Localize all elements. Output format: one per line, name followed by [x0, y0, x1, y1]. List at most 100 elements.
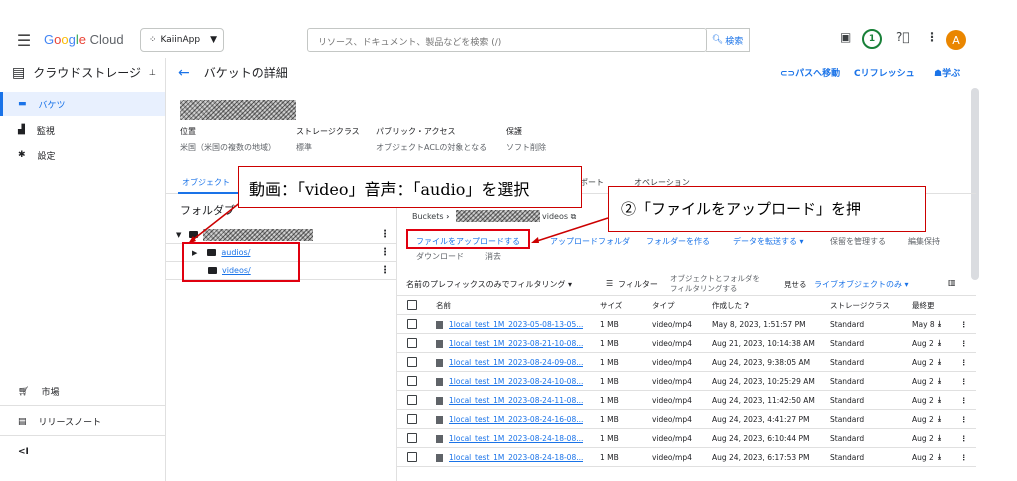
- object-name-link[interactable]: 1local_test_1M_2023-08-24-18-08...: [449, 434, 583, 443]
- object-name-cell[interactable]: 1local_test_1M_2023-05-08-13-05...: [436, 320, 583, 329]
- object-name-link[interactable]: 1local_test_1M_2023-08-24-09-08...: [449, 358, 583, 367]
- tree-root-row[interactable]: ▼ ⋮: [166, 226, 396, 244]
- row-checkbox[interactable]: [407, 395, 417, 405]
- delete-button[interactable]: 消去: [485, 251, 501, 262]
- sidebar-item-monitoring[interactable]: ▟ 監視: [0, 118, 165, 142]
- download-icon[interactable]: ⤓: [938, 414, 941, 424]
- more-vert-icon[interactable]: ⋮: [960, 434, 968, 443]
- column-header-storage-class[interactable]: ストレージクラス: [830, 300, 890, 311]
- table-row[interactable]: 1local_test_1M_2023-08-24-11-08... 1 MB …: [396, 391, 976, 410]
- object-name-link[interactable]: 1local_test_1M_2023-08-24-10-08...: [449, 377, 583, 386]
- sidebar-item-marketplace[interactable]: 🛒︎ 市場: [0, 378, 165, 406]
- object-name-link[interactable]: 1local_test_1M_2023-08-24-16-08...: [449, 415, 583, 424]
- object-name-link[interactable]: 1local_test_1M_2023-05-08-13-05...: [449, 320, 583, 329]
- more-vert-icon[interactable]: ⋮: [380, 229, 390, 240]
- object-name-cell[interactable]: 1local_test_1M_2023-08-24-16-08...: [436, 415, 583, 424]
- download-icon[interactable]: ⤓: [938, 376, 941, 386]
- column-display-icon[interactable]: ▥: [948, 278, 956, 287]
- object-name-cell[interactable]: 1local_test_1M_2023-08-24-09-08...: [436, 358, 583, 367]
- table-row[interactable]: 1local_test_1M_2023-08-24-18-08... 1 MB …: [396, 429, 976, 448]
- object-name-cell[interactable]: 1local_test_1M_2023-08-24-18-08...: [436, 453, 583, 462]
- manage-holds-button[interactable]: 保留を管理する: [830, 236, 886, 247]
- row-checkbox[interactable]: [407, 338, 417, 348]
- create-folder-button[interactable]: フォルダーを作る: [646, 236, 710, 247]
- transfer-data-button[interactable]: データを転送する ▾: [733, 236, 804, 247]
- go-to-path-button[interactable]: ⊂⊃パスへ移動: [780, 66, 840, 79]
- filter-button[interactable]: フィルター: [618, 279, 658, 290]
- object-name-link[interactable]: 1local_test_1M_2023-08-24-18-08...: [449, 453, 583, 462]
- column-header-created[interactable]: 作成した ❓︎: [712, 300, 749, 311]
- table-row[interactable]: 1local_test_1M_2023-05-08-13-05... 1 MB …: [396, 315, 976, 334]
- collapse-sidebar-button[interactable]: <I: [0, 440, 165, 464]
- object-name-cell[interactable]: 1local_test_1M_2023-08-24-18-08...: [436, 434, 583, 443]
- column-header-name[interactable]: 名前: [436, 300, 451, 311]
- pin-icon[interactable]: ⊥: [149, 68, 156, 77]
- terminal-icon[interactable]: ▣: [840, 30, 851, 44]
- more-vert-icon[interactable]: ⋮: [926, 30, 938, 44]
- tab-report[interactable]: ポート: [580, 177, 604, 188]
- more-vert-icon[interactable]: ⋮: [380, 265, 390, 276]
- download-icon[interactable]: ⤓: [938, 319, 941, 329]
- more-vert-icon[interactable]: ⋮: [960, 339, 968, 348]
- more-vert-icon[interactable]: ⋮: [960, 358, 968, 367]
- table-row[interactable]: 1local_test_1M_2023-08-21-10-08... 1 MB …: [396, 334, 976, 353]
- table-row[interactable]: 1local_test_1M_2023-08-24-09-08... 1 MB …: [396, 353, 976, 372]
- row-checkbox[interactable]: [407, 414, 417, 424]
- folder-videos-link[interactable]: videos/: [222, 266, 251, 275]
- column-header-last-modified[interactable]: 最終更: [912, 300, 934, 311]
- sidebar-item-settings[interactable]: ✱ 設定: [0, 143, 165, 167]
- tree-row-videos[interactable]: videos/ ⋮: [166, 262, 396, 280]
- sidebar-item-buckets[interactable]: ▬ バケツ: [0, 92, 165, 116]
- row-checkbox[interactable]: [407, 357, 417, 367]
- more-vert-icon[interactable]: ⋮: [960, 396, 968, 405]
- more-vert-icon[interactable]: ⋮: [960, 377, 968, 386]
- object-name-cell[interactable]: 1local_test_1M_2023-08-24-11-08...: [436, 396, 583, 405]
- refresh-button[interactable]: Cリフレッシュ: [854, 66, 915, 79]
- row-checkbox[interactable]: [407, 376, 417, 386]
- google-cloud-logo[interactable]: Google Cloud: [44, 32, 124, 47]
- edit-retention-button[interactable]: 編集保持: [908, 236, 940, 247]
- more-vert-icon[interactable]: ⋮: [380, 247, 390, 258]
- breadcrumb-root[interactable]: Buckets: [412, 212, 444, 221]
- avatar[interactable]: A: [946, 30, 966, 50]
- hamburger-menu-icon[interactable]: ☰: [14, 30, 34, 50]
- upload-file-button[interactable]: ファイルをアップロードする: [416, 236, 520, 247]
- learn-button[interactable]: ☗学ぶ: [934, 66, 960, 79]
- table-row[interactable]: 1local_test_1M_2023-08-24-18-08... 1 MB …: [396, 448, 976, 467]
- show-dropdown[interactable]: ライブオブジェクトのみ ▾: [814, 279, 909, 290]
- tab-objects[interactable]: オブジェクト: [182, 177, 230, 188]
- prefix-filter-dropdown[interactable]: 名前のプレフィックスのみでフィルタリング ▾: [406, 279, 572, 290]
- column-header-type[interactable]: タイプ: [652, 300, 675, 311]
- download-icon[interactable]: ⤓: [938, 452, 941, 462]
- select-all-checkbox[interactable]: [407, 300, 417, 310]
- more-vert-icon[interactable]: ⋮: [960, 415, 968, 424]
- object-name-cell[interactable]: 1local_test_1M_2023-08-21-10-08...: [436, 339, 583, 348]
- tree-row-audios[interactable]: ▶ audios/ ⋮: [166, 244, 396, 262]
- back-arrow-icon[interactable]: ←: [178, 65, 190, 81]
- object-name-cell[interactable]: 1local_test_1M_2023-08-24-10-08...: [436, 377, 583, 386]
- table-row[interactable]: 1local_test_1M_2023-08-24-10-08... 1 MB …: [396, 372, 976, 391]
- download-button[interactable]: ダウンロード: [416, 251, 464, 262]
- column-header-size[interactable]: サイズ: [600, 300, 622, 311]
- more-vert-icon[interactable]: ⋮: [960, 453, 968, 462]
- object-name-link[interactable]: 1local_test_1M_2023-08-21-10-08...: [449, 339, 583, 348]
- object-name-link[interactable]: 1local_test_1M_2023-08-24-11-08...: [449, 396, 583, 405]
- project-selector[interactable]: ⁘ KaiinApp ▼: [140, 28, 224, 52]
- table-row[interactable]: 1local_test_1M_2023-08-24-16-08... 1 MB …: [396, 410, 976, 429]
- notification-badge[interactable]: 1: [862, 29, 882, 49]
- more-vert-icon[interactable]: ⋮: [960, 320, 968, 329]
- help-icon[interactable]: ?⃝: [896, 30, 910, 44]
- download-icon[interactable]: ⤓: [938, 357, 941, 367]
- search-input[interactable]: リソース、ドキュメント、製品などを検索 (/): [307, 28, 707, 52]
- download-icon[interactable]: ⤓: [938, 395, 941, 405]
- sidebar-item-release-notes[interactable]: ▤ リリースノート: [0, 408, 165, 436]
- upload-folder-button[interactable]: アップロードフォルダ: [550, 236, 630, 247]
- row-checkbox[interactable]: [407, 433, 417, 443]
- filter-input-hint-2[interactable]: フィルタリングする: [670, 283, 737, 294]
- copy-icon[interactable]: ⧉: [571, 212, 577, 221]
- row-checkbox[interactable]: [407, 452, 417, 462]
- download-icon[interactable]: ⤓: [938, 433, 941, 443]
- download-icon[interactable]: ⤓: [938, 338, 941, 348]
- search-button[interactable]: 🔍︎ 検索: [706, 28, 750, 52]
- row-checkbox[interactable]: [407, 319, 417, 329]
